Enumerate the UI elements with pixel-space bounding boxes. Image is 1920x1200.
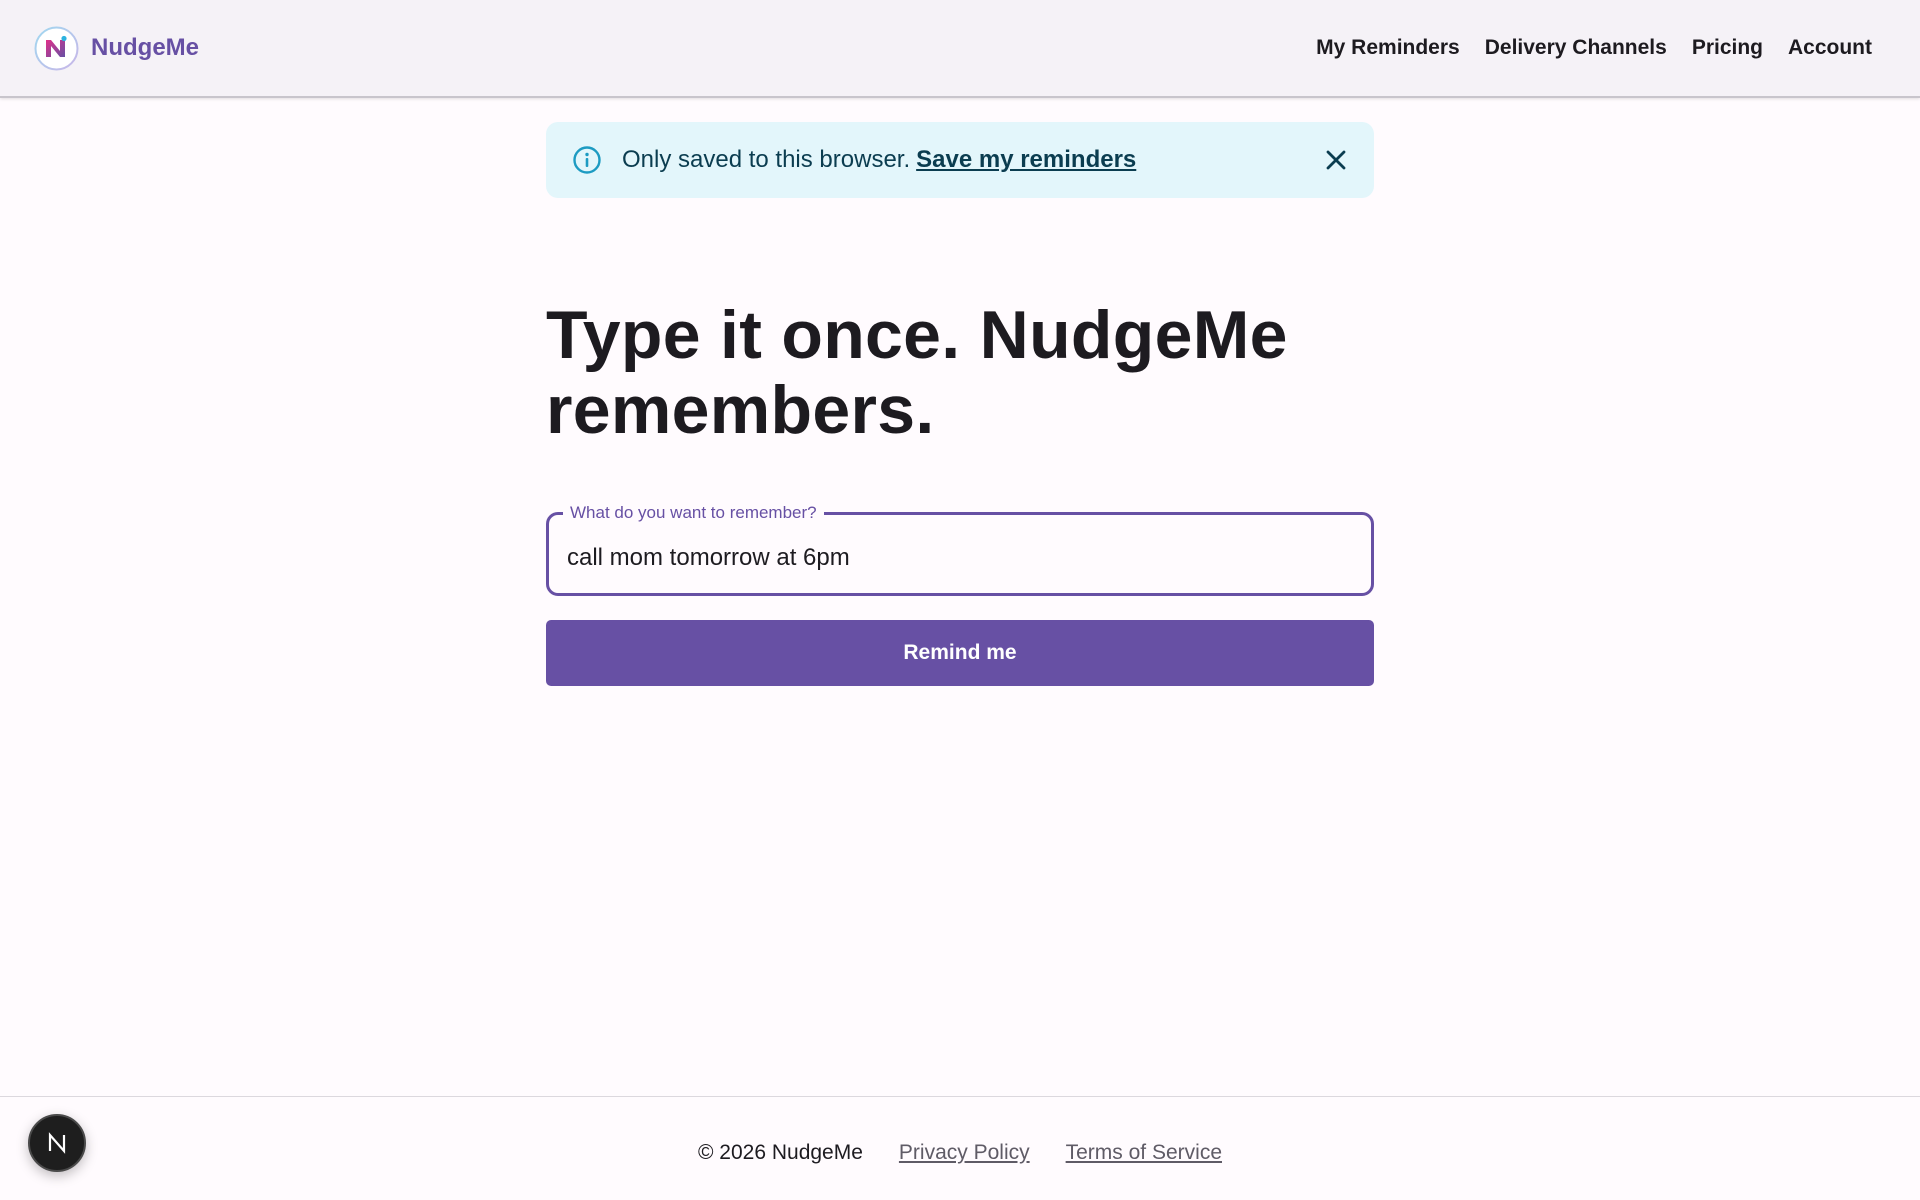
banner-close-button[interactable] xyxy=(1322,146,1350,174)
banner-text: Only saved to this browser. xyxy=(622,146,911,173)
top-app-bar: NudgeMe My Reminders Delivery Channels P… xyxy=(0,0,1920,98)
reminder-field-label: What do you want to remember? xyxy=(563,502,824,524)
nav-account[interactable]: Account xyxy=(1788,36,1872,60)
brand-name: NudgeMe xyxy=(91,34,199,61)
local-storage-banner: Only saved to this browser. Save my remin… xyxy=(546,122,1374,198)
save-reminders-link[interactable]: Save my reminders xyxy=(916,146,1136,173)
banner-message: Only saved to this browser. Save my remin… xyxy=(622,146,1136,174)
nudgeme-logo-icon xyxy=(34,26,79,70)
brand-home-link[interactable]: NudgeMe xyxy=(34,26,199,71)
remind-me-button[interactable]: Remind me xyxy=(546,620,1374,686)
privacy-policy-link[interactable]: Privacy Policy xyxy=(899,1141,1030,1165)
terms-of-service-link[interactable]: Terms of Service xyxy=(1066,1141,1222,1165)
info-icon xyxy=(573,146,601,174)
hero-headline: Type it once. NudgeMe remembers. xyxy=(546,297,1288,448)
nav-my-reminders[interactable]: My Reminders xyxy=(1316,36,1460,60)
main-content: Only saved to this browser. Save my remin… xyxy=(546,98,1374,686)
dev-tools-badge[interactable] xyxy=(28,1114,86,1172)
next-logo-icon xyxy=(48,1132,66,1154)
page-footer: © 2026 NudgeMe Privacy Policy Terms of S… xyxy=(0,1096,1920,1200)
reminder-input[interactable] xyxy=(549,515,1371,593)
nav-pricing[interactable]: Pricing xyxy=(1692,36,1763,60)
nav-delivery-channels[interactable]: Delivery Channels xyxy=(1485,36,1667,60)
close-icon xyxy=(1326,150,1346,170)
copyright-text: © 2026 NudgeMe xyxy=(698,1140,863,1164)
primary-nav: My Reminders Delivery Channels Pricing A… xyxy=(1316,36,1872,60)
reminder-text-field: What do you want to remember? xyxy=(546,502,1374,596)
